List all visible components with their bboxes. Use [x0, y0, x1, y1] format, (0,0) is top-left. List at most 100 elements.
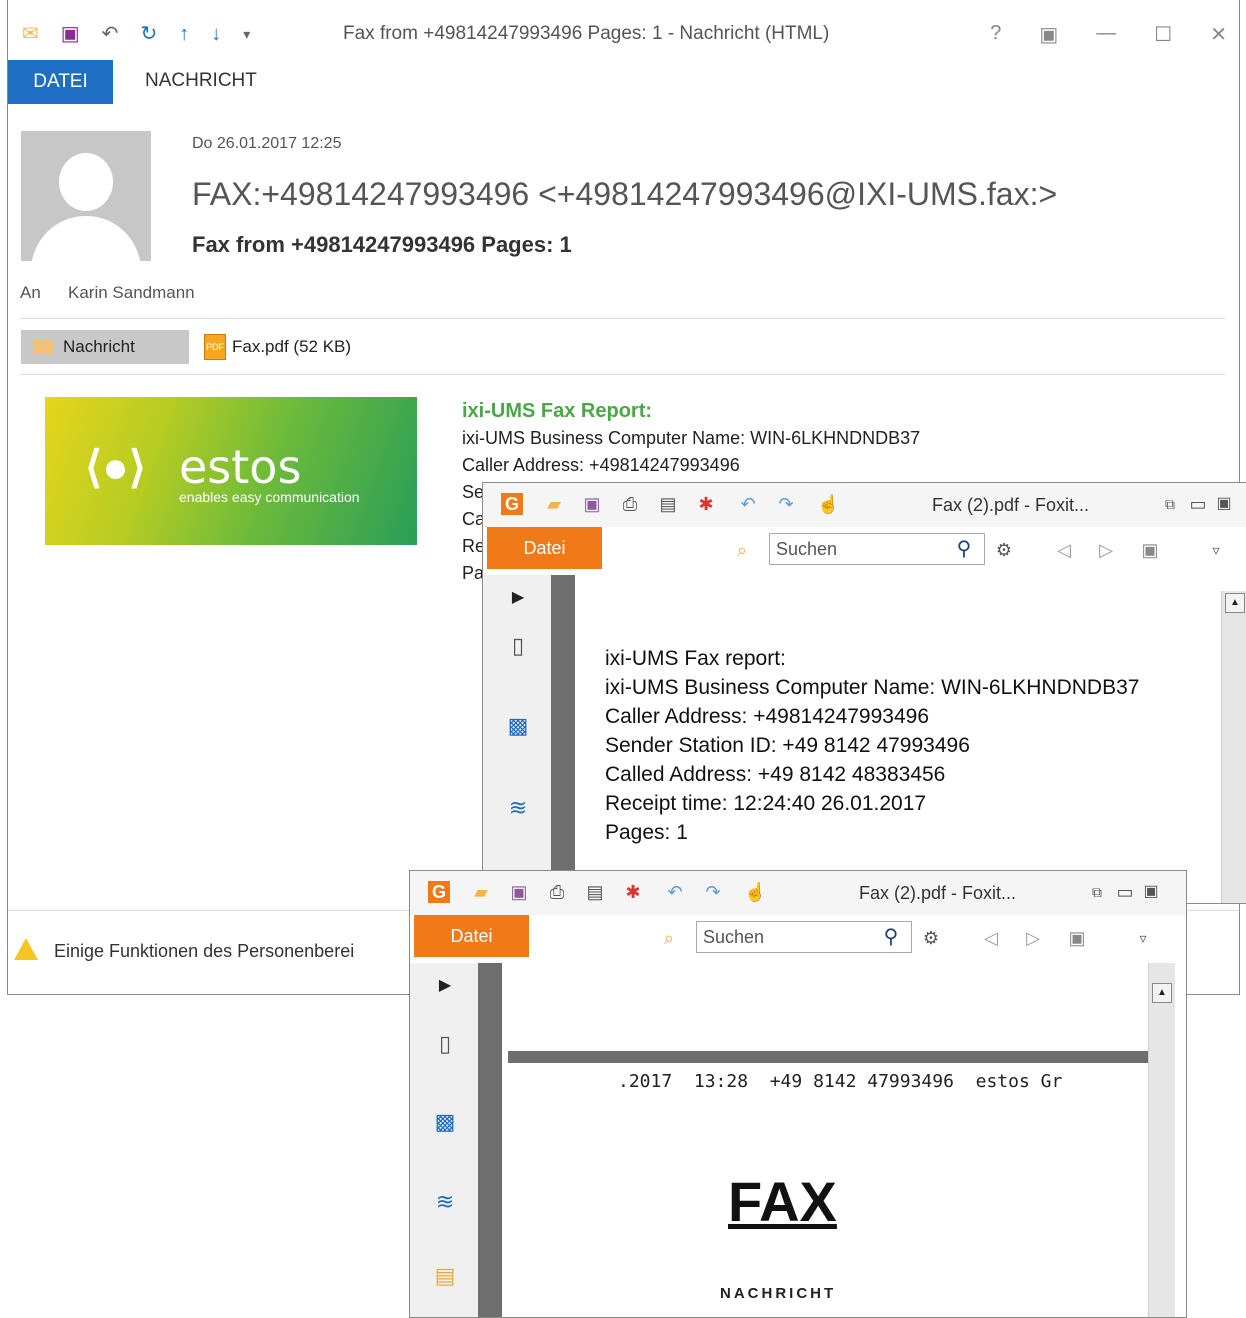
- foxit-toolbar: G ▰ ▣ ⎙ ▤ ✱ ↶ ↷ ☝ Fax (2).pdf - Foxit...…: [410, 871, 1186, 915]
- previous-icon[interactable]: ◁: [980, 927, 1002, 949]
- user-icon[interactable]: ▣: [1066, 927, 1088, 949]
- tab-datei[interactable]: Datei: [414, 915, 529, 957]
- save-icon[interactable]: ▣: [61, 14, 80, 54]
- tab-datei[interactable]: Datei: [487, 527, 602, 569]
- layers-icon[interactable]: ≋: [505, 795, 531, 825]
- envelope-icon[interactable]: ✉: [22, 14, 39, 54]
- foxit-toolbar: G ▰ ▣ ⎙ ▤ ✱ ↶ ↷ ☝ Fax (2).pdf - Foxit...…: [483, 483, 1246, 527]
- properties-icon[interactable]: ▤: [657, 493, 679, 515]
- minimize-icon[interactable]: ▭: [1187, 493, 1209, 515]
- window-controls: ? ▣ — ☐ ✕: [990, 22, 1227, 47]
- bookmark-icon[interactable]: ▯: [505, 633, 531, 663]
- open-folder-icon[interactable]: ▰: [470, 881, 492, 903]
- message-date: Do 26.01.2017 12:25: [192, 135, 342, 152]
- window-title: Fax from +49814247993496 Pages: 1 - Nach…: [343, 23, 830, 44]
- tab-nachricht[interactable]: NACHRICHT: [145, 70, 257, 92]
- estos-logo: ⟨●⟩ estos enables easy communication: [45, 397, 417, 545]
- search-folder-icon[interactable]: ⌕: [658, 927, 680, 949]
- expand-arrow-icon[interactable]: ▶: [432, 975, 458, 1005]
- previous-icon[interactable]: ◁: [1053, 539, 1075, 561]
- gear-icon[interactable]: ⚙: [993, 539, 1015, 561]
- vertical-scrollbar[interactable]: ▲: [1148, 963, 1175, 1317]
- logo-tagline: enables easy communication: [179, 489, 360, 505]
- save-icon[interactable]: ▣: [581, 493, 603, 515]
- minimize-icon[interactable]: ▭: [1114, 881, 1136, 903]
- search-folder-icon[interactable]: ⌕: [731, 539, 753, 561]
- foxit-window-title: Fax (2).pdf - Foxit...: [932, 495, 1090, 515]
- pdf-text-line: Sender Station ID: +49 8142 47993496: [605, 734, 970, 757]
- print-icon[interactable]: ⎙: [619, 493, 641, 515]
- tab-datei[interactable]: DATEI: [8, 60, 113, 104]
- estos-logo-mark: ⟨●⟩: [85, 443, 146, 492]
- comments-icon[interactable]: ▤: [432, 1263, 458, 1293]
- search-icon[interactable]: ⚲: [880, 926, 902, 948]
- open-folder-icon[interactable]: ▰: [543, 493, 565, 515]
- maximize-icon[interactable]: ☐: [1154, 22, 1172, 47]
- close-icon[interactable]: ✕: [1210, 22, 1227, 47]
- maximize-icon[interactable]: ▣: [1140, 881, 1162, 903]
- help-icon[interactable]: ?: [990, 22, 1001, 47]
- redo-icon[interactable]: ↷: [702, 881, 724, 903]
- user-icon[interactable]: ▣: [1139, 539, 1161, 561]
- arrow-down-icon[interactable]: ↓: [211, 14, 221, 54]
- pdf-text-line: ixi-UMS Fax report:: [605, 647, 786, 670]
- foxit-window-1: G ▰ ▣ ⎙ ▤ ✱ ↶ ↷ ☝ Fax (2).pdf - Foxit...…: [482, 482, 1246, 904]
- bookmark-icon[interactable]: ▯: [432, 1031, 458, 1061]
- subject: Fax from +49814247993496 Pages: 1: [192, 232, 572, 257]
- pdf-page-top: [508, 963, 1148, 1051]
- new-document-icon[interactable]: ✱: [622, 881, 644, 903]
- undo-icon[interactable]: ↶: [102, 14, 119, 54]
- sender[interactable]: FAX:+49814247993496 <+49814247993496@IXI…: [192, 176, 1057, 213]
- customize-toolbar-icon[interactable]: ▾: [243, 14, 250, 54]
- next-icon[interactable]: ▷: [1095, 539, 1117, 561]
- pages-icon[interactable]: ▩: [432, 1109, 458, 1139]
- foxit-app-icon[interactable]: G: [428, 881, 450, 903]
- pdf-text-line: Caller Address: +49814247993496: [605, 705, 930, 728]
- redo-icon[interactable]: ↷: [775, 493, 797, 515]
- pdf-page: ixi-UMS Fax report: ixi-UMS Business Com…: [581, 591, 1221, 903]
- hand-tool-icon[interactable]: ☝: [744, 881, 766, 903]
- warning-text: Einige Funktionen des Personenberei: [54, 941, 355, 961]
- pdf-text-line: Called Address: +49 8142 48383456: [605, 763, 946, 786]
- pdf-file-icon: PDF: [204, 334, 226, 360]
- arrow-up-icon[interactable]: ↑: [179, 14, 189, 54]
- restore-icon[interactable]: ⧉: [1159, 493, 1181, 515]
- pdf-page: .2017 13:28 +49 8142 47993496 estos Gr F…: [508, 1063, 1148, 1317]
- hand-tool-icon[interactable]: ☝: [817, 493, 839, 515]
- chevron-down-icon[interactable]: ▿: [1205, 539, 1227, 561]
- search-icon[interactable]: ⚲: [953, 538, 975, 560]
- restore-icon[interactable]: ⧉: [1086, 881, 1108, 903]
- pdf-text-line: Receipt time: 12:24:40 26.01.2017: [605, 792, 927, 815]
- to-label: An: [20, 283, 41, 302]
- undo-icon[interactable]: ↶: [737, 493, 759, 515]
- pages-icon[interactable]: ▩: [505, 713, 531, 743]
- new-document-icon[interactable]: ✱: [695, 493, 717, 515]
- page-separator: [508, 1051, 1148, 1063]
- attachment-pdf[interactable]: PDF Fax.pdf (52 KB): [204, 334, 351, 360]
- fax-heading: FAX: [728, 1170, 837, 1233]
- foxit-sidebar: ▶ ▯ ▩ ≋ ▤: [410, 963, 478, 1317]
- ribbon-display-icon[interactable]: ▣: [1039, 22, 1058, 47]
- foxit-app-icon[interactable]: G: [501, 493, 523, 515]
- properties-icon[interactable]: ▤: [584, 881, 606, 903]
- minimize-icon[interactable]: —: [1096, 22, 1116, 47]
- expand-arrow-icon[interactable]: ▶: [505, 587, 531, 617]
- layers-icon[interactable]: ≋: [432, 1189, 458, 1219]
- next-icon[interactable]: ▷: [1022, 927, 1044, 949]
- report-line: Caller Address: +49814247993496: [462, 455, 740, 475]
- foxit-sidebar: ▶ ▯ ▩ ≋: [483, 575, 551, 903]
- search-placeholder: Suchen: [776, 538, 838, 559]
- scroll-up-icon[interactable]: ▲: [1152, 983, 1172, 1003]
- vertical-scrollbar[interactable]: ▲: [1221, 591, 1246, 903]
- redo-icon[interactable]: ↻: [140, 14, 157, 54]
- logo-wordmark: estos: [179, 440, 302, 494]
- gear-icon[interactable]: ⚙: [920, 927, 942, 949]
- undo-icon[interactable]: ↶: [664, 881, 686, 903]
- attachment-message[interactable]: Nachricht: [21, 330, 189, 364]
- chevron-down-icon[interactable]: ▿: [1132, 927, 1154, 949]
- to-recipient[interactable]: Karin Sandmann: [68, 283, 195, 303]
- print-icon[interactable]: ⎙: [546, 881, 568, 903]
- maximize-icon[interactable]: ▣: [1213, 493, 1235, 515]
- save-icon[interactable]: ▣: [508, 881, 530, 903]
- scroll-up-icon[interactable]: ▲: [1225, 593, 1245, 613]
